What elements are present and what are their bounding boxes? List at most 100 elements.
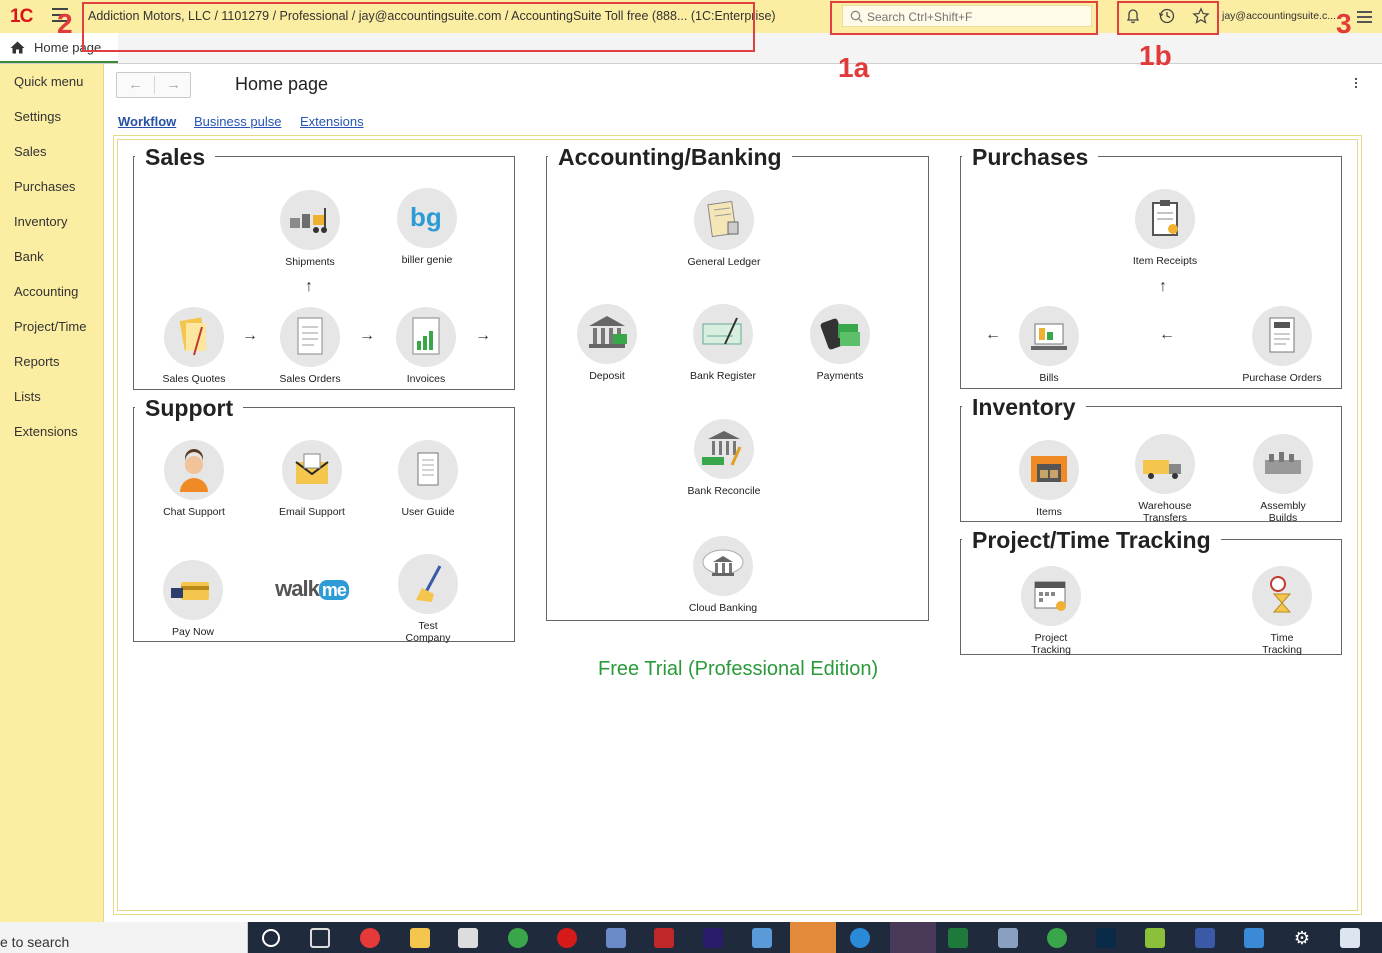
item-receipts-tile[interactable]: Item Receipts [1105,189,1225,267]
assembly-builds-label: Assembly Builds [1260,500,1306,524]
annotation-box-title [82,2,755,52]
tab-business-pulse[interactable]: Business pulse [194,114,281,129]
annotation-label-2: 2 [57,8,73,39]
sales-orders-tile[interactable]: Sales Orders [250,307,370,385]
history-nav: ← → [116,72,191,98]
app-icon[interactable] [606,928,626,948]
sidebar-item-extensions[interactable]: Extensions [14,424,78,439]
bank-register-tile[interactable]: Bank Register [663,304,783,382]
sidebar-item-accounting[interactable]: Accounting [14,284,78,299]
back-button[interactable]: ← [117,73,154,97]
excel-icon[interactable] [948,928,968,948]
app-icon[interactable] [654,928,674,948]
biller-genie-tile[interactable]: bg biller genie [367,188,487,266]
sidebar-item-bank[interactable]: Bank [14,249,44,264]
cloud-bank-icon [693,536,753,596]
sidebar-item-purchases[interactable]: Purchases [14,179,75,194]
payments-tile[interactable]: Payments [780,304,900,382]
free-trial-banner[interactable]: Free Trial (Professional Edition) [598,658,878,681]
more-actions-icon[interactable] [1355,78,1359,90]
time-tracking-tile[interactable]: Time Tracking [1222,566,1342,656]
clipboard-check-icon [1135,189,1195,249]
test-company-tile[interactable]: Test Company [368,554,488,644]
pay-now-label: Pay Now [171,626,214,638]
settings-menu-icon[interactable] [1357,11,1372,23]
arrow-left-icon: ← [1159,326,1175,343]
email-support-tile[interactable]: Email Support [252,440,372,518]
payments-label: Payments [816,370,864,382]
app-icon[interactable] [1195,928,1215,948]
warehouse-transfers-tile[interactable]: Warehouse Transfers [1105,434,1225,524]
shipments-tile[interactable]: Shipments [250,190,370,268]
chat-support-tile[interactable]: Chat Support [134,440,254,518]
store-icon[interactable] [458,928,478,948]
credit-card-icon [163,560,223,620]
chrome-profile-icon[interactable] [1047,928,1067,948]
bank-reconcile-label: Bank Reconcile [687,485,761,497]
assembly-builds-tile[interactable]: Assembly Builds [1223,434,1343,524]
sidebar-item-sales[interactable]: Sales [14,144,47,159]
deposit-label: Deposit [589,370,625,382]
app-icon[interactable] [998,928,1018,948]
bill-document-icon [1019,306,1079,366]
walkme-tile[interactable]: walk me [252,576,372,602]
broom-icon [398,554,458,614]
opera-icon[interactable] [557,928,577,948]
shipments-label: Shipments [285,256,335,268]
home-icon [10,41,25,54]
sidebar-item-quick-menu[interactable]: Quick menu [14,74,83,89]
quote-document-icon [164,307,224,367]
chrome-icon[interactable] [508,928,528,948]
project-tracking-tile[interactable]: Project Tracking [991,566,1111,656]
items-tile[interactable]: Items [989,440,1109,518]
purchase-order-icon [1252,306,1312,366]
app-icon[interactable] [1340,928,1360,948]
app-icon[interactable] [1145,928,1165,948]
photoshop-icon[interactable] [1096,928,1116,948]
deposit-tile[interactable]: Deposit [547,304,667,382]
cloud-banking-label: Cloud Banking [688,602,758,614]
premiere-icon[interactable] [703,928,723,948]
settings-gear-icon[interactable]: ⚙ [1292,928,1312,948]
purchase-orders-tile[interactable]: Purchase Orders [1222,306,1342,384]
payment-terminal-icon [810,304,870,364]
user-guide-label: User Guide [401,506,455,518]
bills-label: Bills [1039,372,1059,384]
pay-now-tile[interactable]: Pay Now [133,560,253,638]
sales-orders-label: Sales Orders [279,373,341,385]
forward-button[interactable]: → [155,73,192,97]
bills-tile[interactable]: Bills [989,306,1109,384]
sidebar-item-inventory[interactable]: Inventory [14,214,67,229]
general-ledger-tile[interactable]: General Ledger [664,190,784,268]
task-view-icon[interactable] [310,928,330,948]
tab-extensions[interactable]: Extensions [300,114,364,129]
bank-reconcile-tile[interactable]: Bank Reconcile [664,419,784,497]
user-name[interactable]: jay@accountingsuite.c... [1222,10,1336,22]
app-logo[interactable]: 1С [10,6,33,28]
annotation-label-1a: 1a [838,52,870,83]
outlook-icon[interactable] [1244,928,1264,948]
app-icon[interactable] [752,928,772,948]
sidebar-item-settings[interactable]: Settings [14,109,61,124]
slack-icon[interactable] [890,922,936,953]
tab-workflow[interactable]: Workflow [118,114,176,129]
user-guide-tile[interactable]: User Guide [368,440,488,518]
sidebar-item-project-time[interactable]: Project/Time [14,319,86,334]
project-tracking-label: Project Tracking [1031,632,1071,656]
purchase-orders-label: Purchase Orders [1242,372,1322,384]
check-icon [693,304,753,364]
cloud-banking-tile[interactable]: Cloud Banking [663,536,783,614]
file-explorer-icon[interactable] [410,928,430,948]
cloud-app-icon[interactable] [360,928,380,948]
sidebar-item-lists[interactable]: Lists [14,389,41,404]
invoices-tile[interactable]: Invoices [366,307,486,385]
cortana-icon[interactable] [262,929,280,947]
sales-quotes-tile[interactable]: Sales Quotes [134,307,254,385]
sidebar-item-reports[interactable]: Reports [14,354,60,369]
edge-icon[interactable] [850,928,870,948]
arrow-up-icon: ↑ [305,278,313,295]
active-app-icon[interactable] [790,922,836,953]
taskbar-search[interactable]: e to search [0,922,248,953]
biller-genie-logo-icon: bg [397,188,457,248]
time-tracking-label: Time Tracking [1262,632,1302,656]
